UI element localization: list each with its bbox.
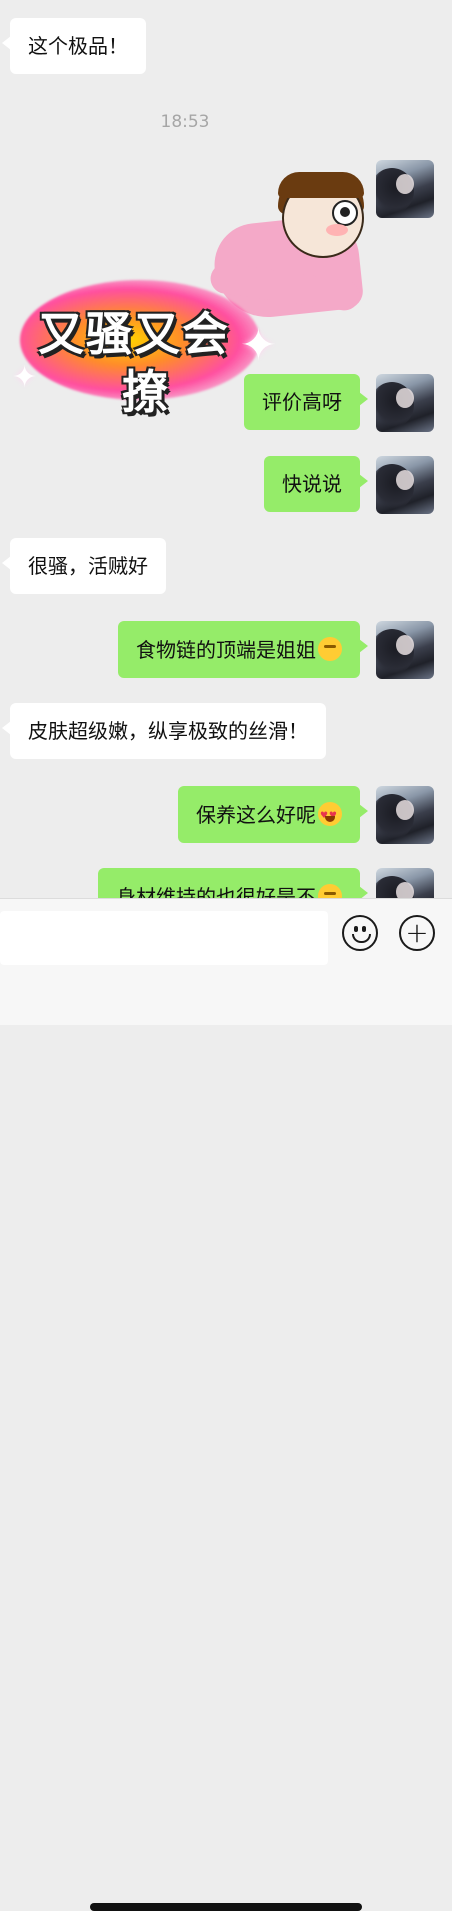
plus-icon[interactable]: +: [399, 915, 435, 951]
avatar[interactable]: [376, 868, 434, 898]
message-input[interactable]: [0, 911, 328, 965]
message-text: 这个极品！: [28, 34, 128, 58]
thinking-face-icon: [318, 884, 342, 898]
sparkle-icon: ✦: [240, 320, 277, 371]
sticker-character-blush: [326, 224, 348, 236]
message-bubble-incoming[interactable]: 皮肤超级嫩，纵享极致的丝滑！: [2, 703, 326, 759]
smiley-icon[interactable]: [342, 915, 378, 951]
chat-area[interactable]: 这个极品！ 18:53 又骚又会 撩 ✦ ✦ 评价高呀 快说说 很骚，活贼好 食…: [0, 0, 452, 898]
message-bubble-incoming[interactable]: 很骚，活贼好: [2, 538, 166, 594]
message-text: 很骚，活贼好: [28, 554, 148, 578]
message-text: 皮肤超级嫩，纵享极致的丝滑！: [28, 719, 308, 743]
message-text: 食物链的顶端是姐姐: [136, 638, 316, 662]
sticker-text-line-1: 又骚又会: [38, 307, 230, 361]
message-text: 快说说: [282, 472, 342, 496]
sticker-character-eye: [332, 200, 358, 226]
message-text: 评价高呀: [262, 390, 342, 414]
sparkle-icon: ✦: [12, 360, 38, 395]
message-bubble-outgoing[interactable]: 身材维持的也很好是不: [98, 868, 368, 898]
message-bubble-outgoing[interactable]: 评价高呀: [244, 374, 368, 430]
avatar[interactable]: [376, 786, 434, 844]
sticker-character-bangs: [278, 172, 364, 198]
input-bar: +: [0, 898, 452, 1911]
sticker-text-line-2: 撩: [122, 365, 170, 419]
avatar[interactable]: [376, 621, 434, 679]
thinking-face-icon: [318, 637, 342, 661]
message-timestamp: 18:53: [160, 112, 210, 132]
avatar[interactable]: [376, 160, 434, 218]
message-bubble-incoming[interactable]: 这个极品！: [2, 18, 146, 74]
avatar[interactable]: [376, 374, 434, 432]
heart-eyes-face-icon: [318, 802, 342, 828]
avatar[interactable]: [376, 456, 434, 514]
home-indicator[interactable]: [90, 1903, 362, 1911]
message-bubble-outgoing[interactable]: 保养这么好呢: [178, 786, 368, 843]
message-text: 保养这么好呢: [196, 803, 316, 827]
message-bubble-outgoing[interactable]: 食物链的顶端是姐姐: [118, 621, 368, 678]
message-text: 身材维持的也很好是不: [116, 885, 316, 898]
message-bubble-outgoing[interactable]: 快说说: [264, 456, 368, 512]
